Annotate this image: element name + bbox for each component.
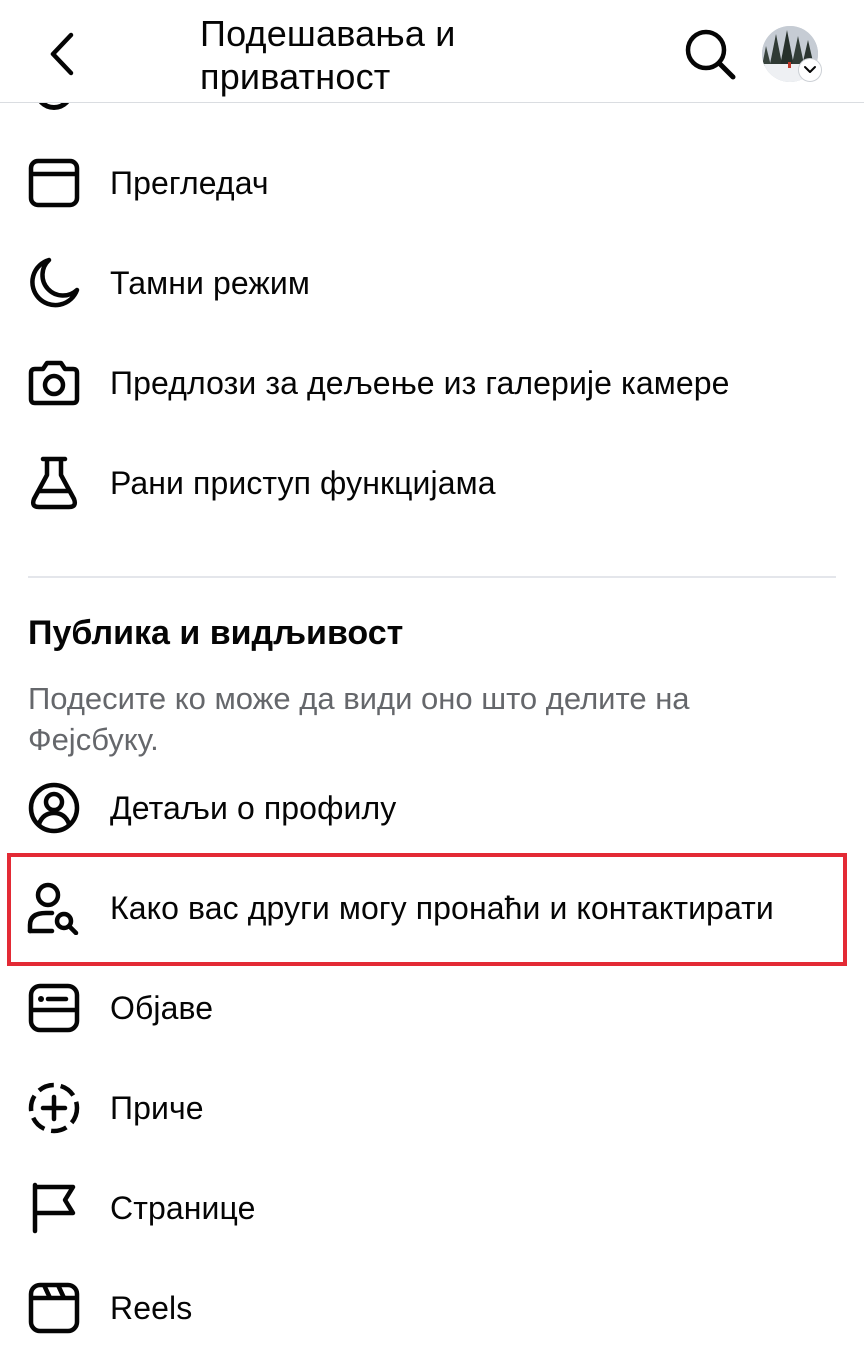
menu-item-pages[interactable]: Странице [0,1158,864,1258]
browser-window-icon [26,155,82,211]
profile-circle-icon [26,780,82,836]
menu-item-profile-details[interactable]: Детаљи о профилу [0,758,864,858]
menu-item-posts[interactable]: Објаве [0,958,864,1058]
menu-item-label: Reels [110,1289,193,1326]
chevron-left-icon [50,32,74,76]
menu-item-label: Прегледач [110,164,269,201]
menu-item-early-access[interactable]: Рани приступ функцијама [0,433,864,533]
menu-item-label: Предлози за дељење из галерије камере [110,364,730,401]
menu-item-label: Како вас други могу пронаћи и контактира… [110,889,774,926]
menu-item-stories[interactable]: Приче [0,1058,864,1158]
menu-item-browser[interactable]: Прегледач [0,133,864,233]
menu-item-label: Детаљи о профилу [110,789,397,826]
chevron-down-icon [804,66,816,73]
search-icon [685,29,736,80]
profile-menu-button[interactable] [762,26,822,84]
section-divider [28,576,836,578]
menu-item-camera-roll-suggestions[interactable]: Предлози за дељење из галерије камере [0,333,864,433]
section-heading: Публика и видљивост [28,614,404,652]
person-search-icon [26,880,82,936]
menu-item-label: Тамни режим [110,264,310,301]
page-title-line-2: приватност [200,56,391,97]
section-description: Подесите ко може да види оно што делите … [28,681,690,757]
top-bar: Подешавања и приватност [0,0,864,103]
flask-icon [26,455,82,511]
search-button[interactable] [680,24,740,84]
flag-icon [26,1180,82,1236]
back-button[interactable] [36,26,88,82]
menu-item-how-people-find-you[interactable]: Како вас други могу пронаћи и контактира… [0,858,864,958]
menu-item-label: Објаве [110,989,214,1026]
page-title-line-1: Подешавања и [200,13,456,54]
menu-item-label: Приче [110,1089,204,1126]
camera-icon [26,355,82,411]
moon-icon [26,255,82,311]
avatar-badge [798,58,822,82]
story-plus-icon [26,1080,82,1136]
menu-item-reels[interactable]: Reels [0,1258,864,1358]
page-title: Подешавања и приватност [200,12,620,98]
menu-item-label: Странице [110,1189,256,1226]
menu-item-label: Рани приступ функцијама [110,464,496,501]
posts-card-icon [26,980,82,1036]
reels-icon [26,1280,82,1336]
menu-item-dark-mode[interactable]: Тамни режим [0,233,864,333]
